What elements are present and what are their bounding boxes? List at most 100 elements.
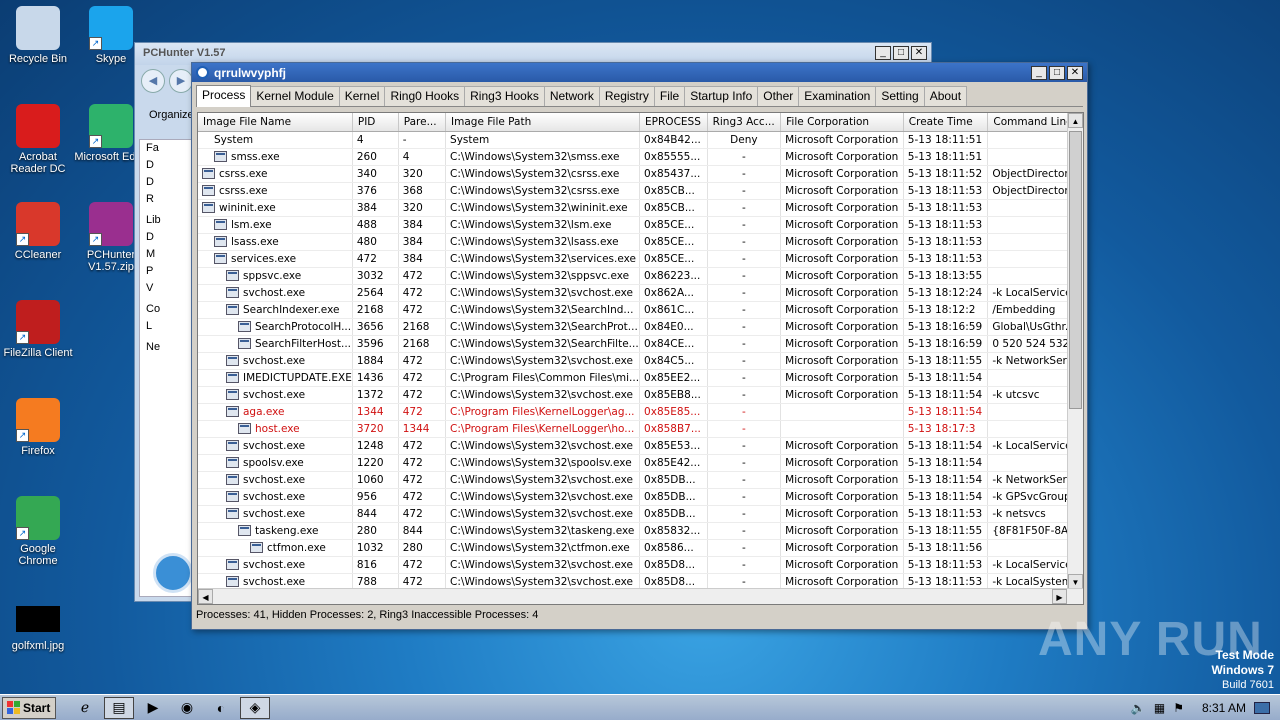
chrome-icon[interactable]: ◉ (172, 697, 202, 719)
pchunter-icon[interactable]: ◈ (240, 696, 270, 719)
nav-pane-item[interactable]: D (140, 174, 194, 191)
close-icon[interactable]: ✕ (1067, 66, 1083, 80)
show-desktop-icon[interactable] (1254, 702, 1270, 714)
column-header[interactable]: EPROCESS (639, 113, 708, 132)
scroll-up-icon[interactable]: ▲ (1068, 113, 1083, 128)
desktop-icon[interactable]: ↗ Firefox (0, 398, 76, 457)
scroll-left-icon[interactable]: ◀ (198, 589, 213, 604)
table-row[interactable]: SearchFilterHost... 3596 2168 C:\Windows\Sy… (198, 335, 1083, 353)
table-row[interactable]: svchost.exe 1884 472 C:\Windows\System32\sv… (198, 352, 1083, 370)
table-row[interactable]: smss.exe 260 4 C:\Windows\System32\smss.exe… (198, 148, 1083, 166)
clock[interactable]: 8:31 AM (1202, 701, 1246, 715)
nav-pane-item[interactable]: M (140, 246, 194, 263)
tab-ring3-hooks[interactable]: Ring3 Hooks (464, 86, 545, 106)
horizontal-scrollbar[interactable]: ◀ ▶ (198, 588, 1083, 604)
column-header[interactable]: Pare... (398, 113, 447, 132)
table-row[interactable]: svchost.exe 1372 472 C:\Windows\System32\sv… (198, 386, 1083, 404)
process-table[interactable]: Image File Name PID Pare... Image File Path… (197, 112, 1084, 605)
tab-kernel-module[interactable]: Kernel Module (250, 86, 340, 106)
ie-icon[interactable]: ℯ (70, 697, 100, 719)
organize-button[interactable]: Organize (149, 109, 194, 121)
scroll-right-icon[interactable]: ▶ (1052, 589, 1067, 604)
nav-pane-item[interactable]: Ne (140, 339, 194, 356)
nav-buttons: ◀ ▶ (141, 69, 193, 93)
desktop-icon[interactable]: Acrobat Reader DC (0, 104, 76, 175)
table-row[interactable]: services.exe 472 384 C:\Windows\System32\se… (198, 250, 1083, 268)
table-row[interactable]: spoolsv.exe 1220 472 C:\Windows\System32\sp… (198, 454, 1083, 472)
column-header[interactable]: PID (352, 113, 399, 132)
maximize-icon[interactable]: □ (1049, 66, 1065, 80)
column-header[interactable]: Create Time (903, 113, 989, 132)
scroll-thumb[interactable] (1069, 131, 1082, 409)
nav-pane-item[interactable]: Co (140, 301, 194, 318)
desktop-icon[interactable]: golfxml.jpg (0, 594, 76, 652)
vertical-scrollbar[interactable]: ▲ ▼ (1067, 113, 1083, 589)
table-row[interactable]: svchost.exe 2564 472 C:\Windows\System32\sv… (198, 284, 1083, 302)
table-row[interactable]: wininit.exe 384 320 C:\Windows\System32\win… (198, 199, 1083, 217)
table-row[interactable]: svchost.exe 1248 472 C:\Windows\System32\sv… (198, 437, 1083, 455)
back-arrow-icon[interactable]: ◀ (141, 69, 165, 93)
nav-pane-item[interactable]: L (140, 318, 194, 335)
cell-pid: 384 (352, 199, 399, 217)
minimize-icon[interactable]: _ (875, 46, 891, 60)
volume-icon[interactable]: 🔈 (1131, 701, 1146, 715)
desktop-icon[interactable]: ↗ FileZilla Client (0, 300, 76, 359)
table-row[interactable]: taskeng.exe 280 844 C:\Windows\System32\tas… (198, 522, 1083, 540)
tab-ring0-hooks[interactable]: Ring0 Hooks (384, 86, 466, 106)
nav-pane-item[interactable]: V (140, 280, 194, 297)
table-row[interactable]: sppsvc.exe 3032 472 C:\Windows\System32\spp… (198, 267, 1083, 285)
table-row[interactable]: SearchProtocolH... 3656 2168 C:\Windows\Sys… (198, 318, 1083, 336)
table-row[interactable]: SearchIndexer.exe 2168 472 C:\Windows\Syste… (198, 301, 1083, 319)
tab-kernel[interactable]: Kernel (338, 86, 386, 106)
tab-file[interactable]: File (653, 86, 686, 106)
table-row[interactable]: host.exe 3720 1344 C:\Program Files\KernelL… (198, 420, 1083, 438)
nav-pane-item[interactable]: R (140, 191, 194, 208)
column-header[interactable]: Image File Name (198, 113, 353, 132)
table-row[interactable]: lsass.exe 480 384 C:\Windows\System32\lsass… (198, 233, 1083, 251)
desktop-icon[interactable]: ↗ Google Chrome (0, 496, 76, 567)
nav-pane-item[interactable]: P (140, 263, 194, 280)
table-row[interactable]: ctfmon.exe 1032 280 C:\Windows\System32\ctf… (198, 539, 1083, 557)
explorer-icon[interactable]: ▤ (104, 696, 134, 719)
tab-network[interactable]: Network (543, 86, 600, 106)
pchunter-window[interactable]: qrrulwvyphfj _ □ ✕ Process Kernel Module Ker… (191, 62, 1088, 630)
nav-pane-item[interactable]: D (140, 157, 194, 174)
close-icon[interactable]: ✕ (911, 46, 927, 60)
scroll-down-icon[interactable]: ▼ (1068, 574, 1083, 589)
cell-name: ctfmon.exe (198, 539, 353, 557)
table-row[interactable]: svchost.exe 844 472 C:\Windows\System32\svc… (198, 505, 1083, 523)
table-row[interactable]: lsm.exe 488 384 C:\Windows\System32\lsm.exe… (198, 216, 1083, 234)
tab-startup-info[interactable]: Startup Info (684, 86, 759, 106)
edge-icon[interactable]: ◐ (206, 697, 236, 719)
network-icon[interactable]: ▦ (1154, 701, 1165, 715)
table-row[interactable]: svchost.exe 956 472 C:\Windows\System32\svc… (198, 488, 1083, 506)
column-header[interactable]: File Corporation (780, 113, 904, 132)
tab-examination[interactable]: Examination (798, 86, 877, 106)
media-player-icon[interactable]: ▶ (138, 697, 168, 719)
table-row[interactable]: svchost.exe 816 472 C:\Windows\System32\svc… (198, 556, 1083, 574)
desktop-icon[interactable]: ↗ CCleaner (0, 202, 76, 261)
table-row[interactable]: System 4- System 0x84B42... Deny Microsoft Co… (198, 131, 1083, 149)
minimize-icon[interactable]: _ (1031, 66, 1047, 80)
column-header[interactable]: Ring3 Acc... (707, 113, 782, 132)
tab-setting[interactable]: Setting (875, 86, 925, 106)
table-row[interactable]: csrss.exe 376 368 C:\Windows\System32\csrss… (198, 182, 1083, 200)
column-header[interactable]: Image File Path (445, 113, 641, 132)
navigation-pane[interactable]: Fa D D R Lib D M P V Co L Ne (139, 139, 195, 597)
start-button[interactable]: Start (2, 696, 56, 719)
forward-arrow-icon[interactable]: ▶ (169, 69, 193, 93)
table-row[interactable]: csrss.exe 340 320 C:\Windows\System32\csrss… (198, 165, 1083, 183)
nav-pane-item[interactable]: Lib (140, 212, 194, 229)
maximize-icon[interactable]: □ (893, 46, 909, 60)
table-row[interactable]: aga.exe 1344 472 C:\Program Files\KernelLog… (198, 403, 1083, 421)
tab-about[interactable]: About (923, 86, 968, 106)
flag-icon[interactable]: ⚑ (1173, 701, 1184, 715)
nav-pane-item[interactable]: Fa (140, 140, 194, 157)
desktop-icon[interactable]: Recycle Bin (0, 6, 76, 65)
tab-process[interactable]: Process (196, 85, 252, 107)
table-row[interactable]: svchost.exe 1060 472 C:\Windows\System32\sv… (198, 471, 1083, 489)
nav-pane-item[interactable]: D (140, 229, 194, 246)
tab-other[interactable]: Other (757, 86, 800, 106)
table-row[interactable]: IMEDICTUPDATE.EXE 1436 472 C:\Program Files… (198, 369, 1083, 387)
tab-registry[interactable]: Registry (598, 86, 655, 106)
